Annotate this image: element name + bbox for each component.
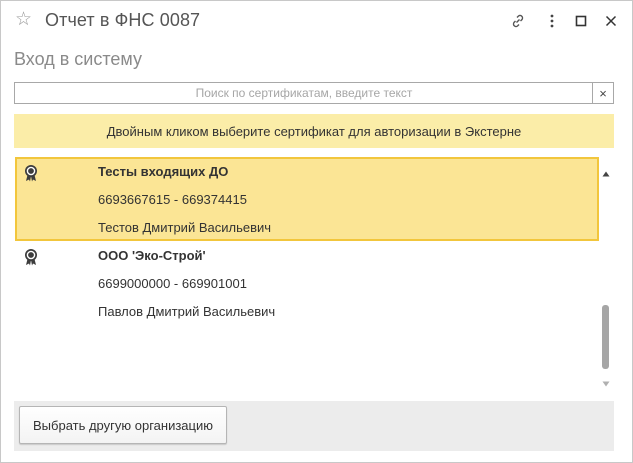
certificate-inn-kpp: 6699000000 - 669901001 (98, 276, 247, 291)
star-icon[interactable]: ☆ (15, 10, 35, 30)
certificate-organization: Тесты входящих ДО (98, 164, 229, 179)
search-box: × (14, 82, 614, 104)
link-icon[interactable] (508, 11, 528, 31)
certificate-icon (23, 164, 39, 182)
search-input[interactable] (15, 83, 593, 103)
certificate-list: Тесты входящих ДО 6693667615 - 669374415… (15, 157, 599, 389)
info-banner-text: Двойным кликом выберите сертификат для а… (106, 123, 522, 139)
certificate-person: Тестов Дмитрий Васильевич (98, 220, 272, 235)
more-vertical-icon[interactable] (542, 11, 562, 31)
certificate-organization: ООО 'Эко-Строй' (98, 248, 206, 263)
page-title: Вход в систему (14, 49, 142, 69)
certificate-inn-kpp: 6693667615 - 669374415 (98, 192, 247, 207)
maximize-icon[interactable] (571, 11, 591, 31)
footer-panel: Выбрать другую организацию (14, 401, 614, 451)
choose-organization-button[interactable]: Выбрать другую организацию (19, 406, 227, 444)
certificate-row[interactable]: ООО 'Эко-Строй' 6699000000 - 669901001 П… (15, 241, 599, 325)
scrollbar-thumb[interactable] (602, 305, 609, 369)
scroll-down-icon[interactable] (602, 375, 610, 387)
title-bar: ☆ Отчет в ФНС 0087 (1, 1, 632, 41)
window-title: Отчет в ФНС 0087 (45, 10, 201, 30)
clear-search-button[interactable]: × (592, 83, 613, 103)
certificate-icon (23, 248, 39, 266)
close-icon[interactable] (601, 11, 621, 31)
dialog-window: ☆ Отчет в ФНС 0087 Вход в систему Поиск … (0, 0, 633, 463)
info-banner: Двойным кликом выберите сертификат для а… (14, 114, 614, 148)
certificate-person: Павлов Дмитрий Васильевич (98, 304, 276, 319)
certificate-row[interactable]: Тесты входящих ДО 6693667615 - 669374415… (15, 157, 599, 241)
scroll-up-icon[interactable] (602, 165, 610, 177)
list-scrollbar[interactable] (599, 161, 613, 387)
